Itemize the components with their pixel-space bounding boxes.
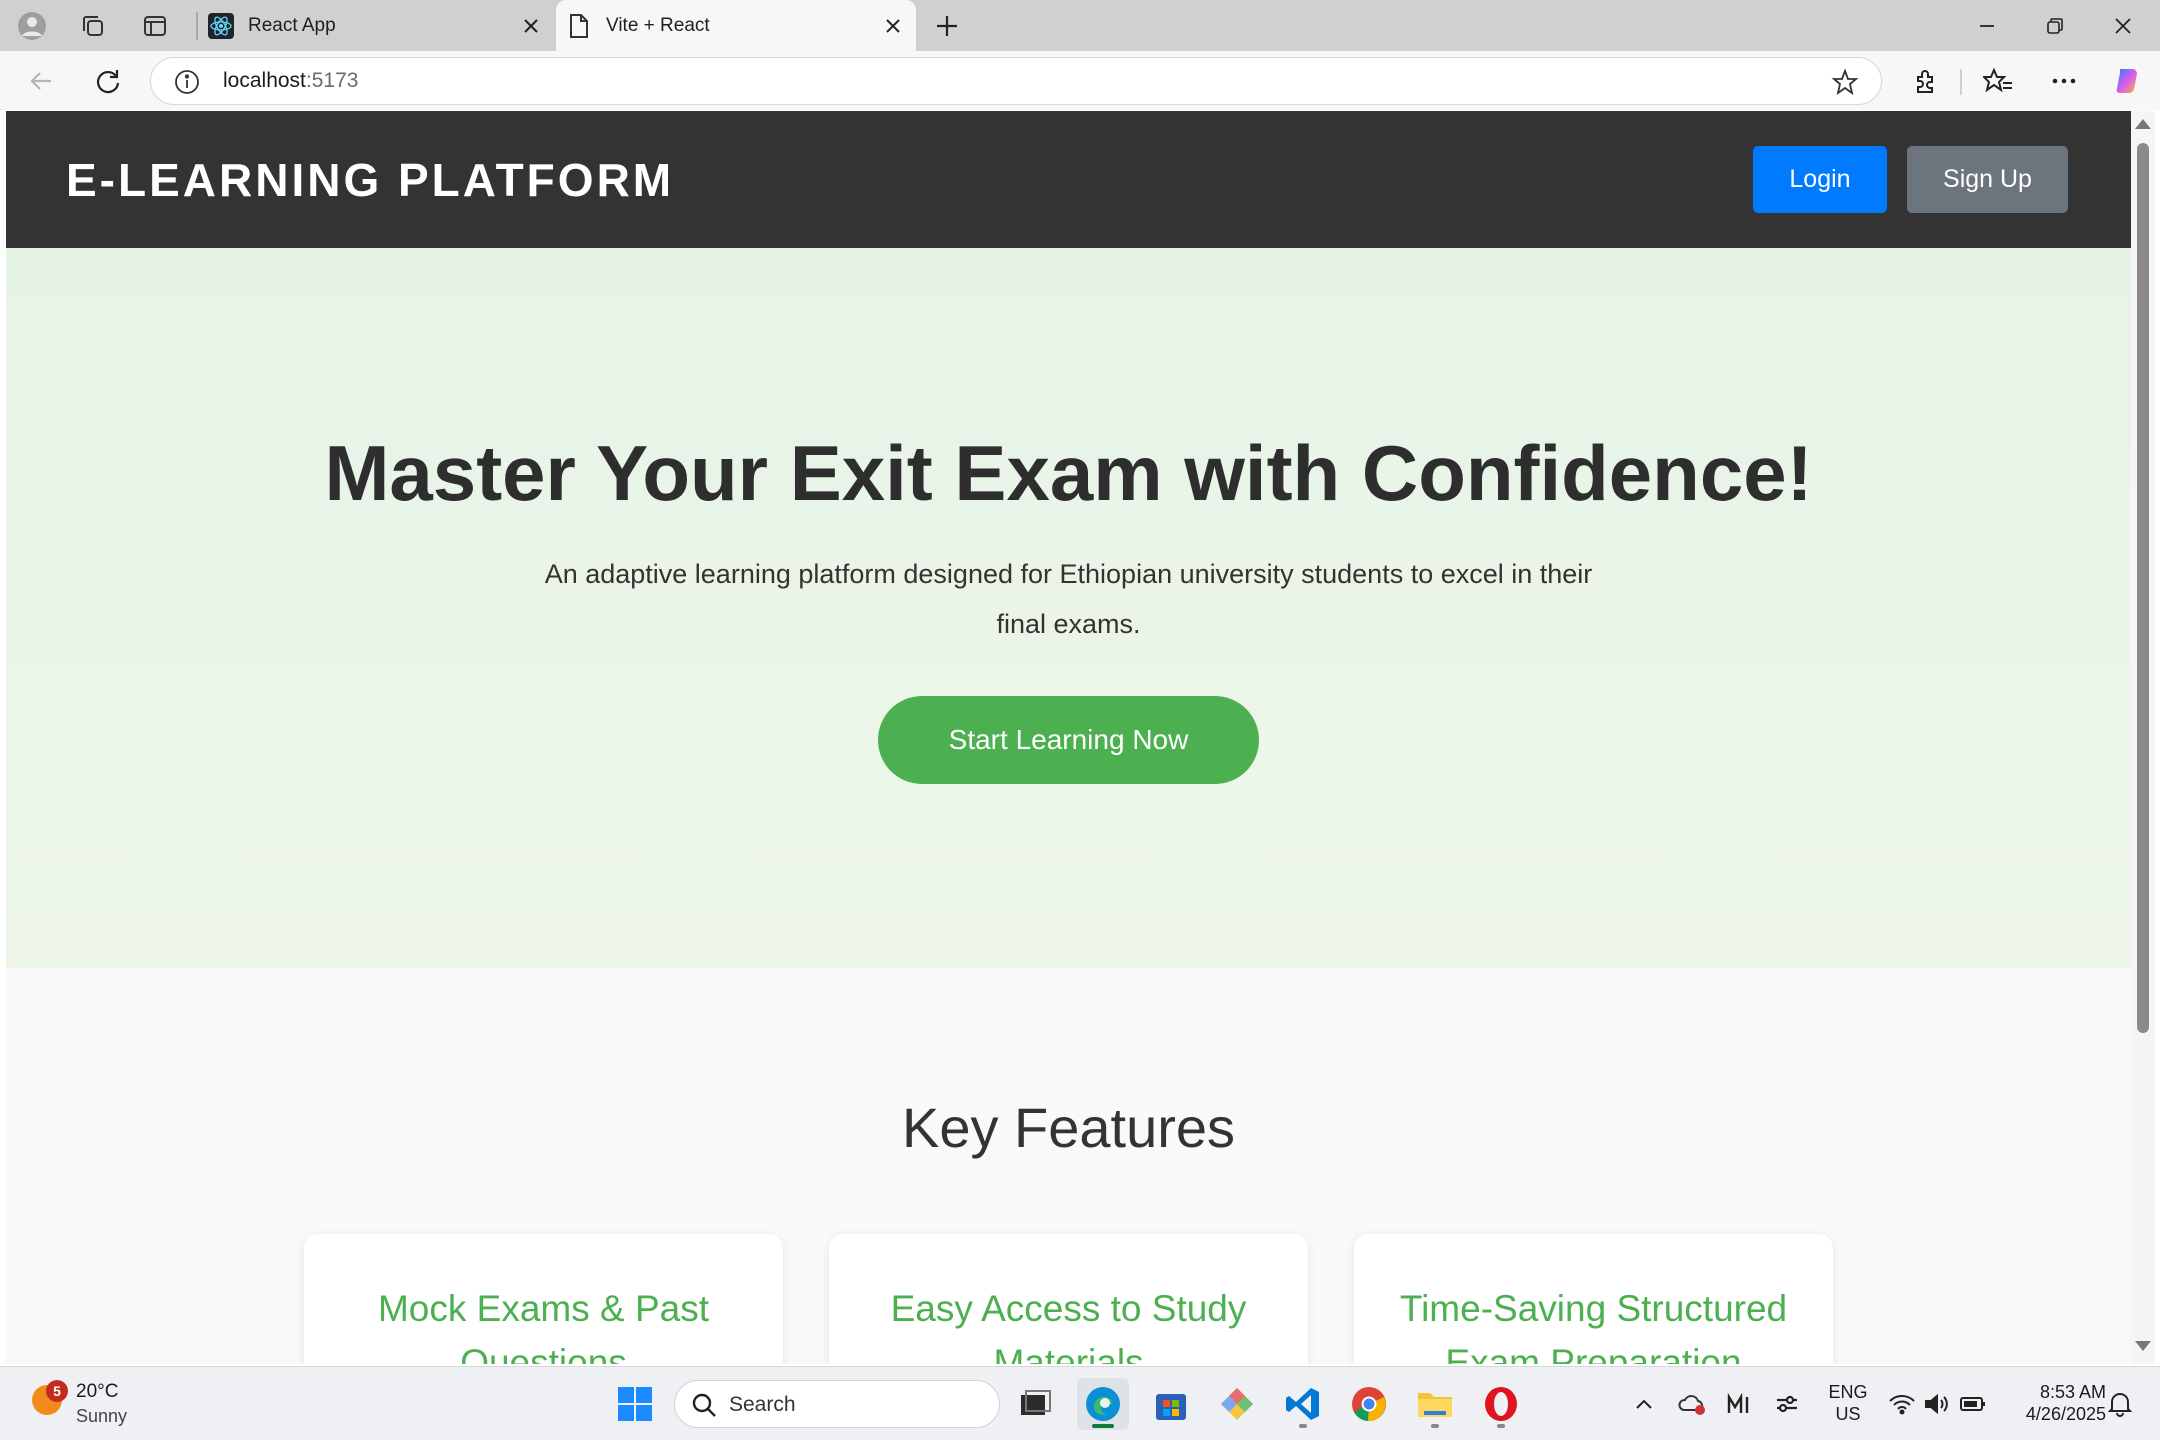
page-scrollbar[interactable] [2131,111,2155,1364]
tab-label: React App [248,14,336,36]
feature-card-title: Time-Saving Structured Exam Preparation [1399,1288,1788,1364]
site-brand[interactable]: E-LEARNING PLATFORM [66,153,674,207]
new-tab-icon[interactable] [930,9,964,43]
workspaces-icon[interactable] [76,9,110,43]
hero-subtitle: An adaptive learning platform designed f… [544,559,1593,639]
language-indicator[interactable]: ENG US [1826,1381,1870,1425]
login-button[interactable]: Login [1753,146,1887,213]
search-placeholder: Search [729,1393,796,1416]
tab-actions-icon[interactable] [138,9,172,43]
close-window-icon[interactable] [2090,0,2156,51]
app-tray-icon[interactable] [1722,1387,1756,1421]
profile-icon[interactable] [15,9,49,43]
favorites-icon[interactable] [1978,61,2018,101]
star-icon[interactable] [1829,66,1861,98]
start-learning-button[interactable]: Start Learning Now [878,696,1259,784]
battery-icon[interactable] [1956,1387,1990,1421]
browser-toolbar: localhost:5173 [0,51,2160,110]
close-icon[interactable] [514,9,548,43]
chrome-icon[interactable] [1343,1378,1395,1430]
scrollbar-thumb[interactable] [2137,143,2149,1033]
feature-card: Mock Exams & Past Questions [304,1234,783,1364]
tab-label: Vite + React [606,14,710,36]
browser-tab-strip: React App Vite + React [0,0,2160,51]
tab-react-app[interactable]: React App [198,0,554,51]
settings-tray-icon[interactable] [1770,1387,1804,1421]
file-explorer-icon[interactable] [1409,1378,1461,1430]
hero-title: Master Your Exit Exam with Confidence! [324,429,1813,517]
info-icon[interactable] [173,68,201,96]
vscode-icon[interactable] [1277,1378,1329,1430]
notification-icon[interactable] [2103,1387,2137,1421]
edge-icon[interactable] [1077,1378,1129,1430]
onedrive-icon[interactable] [1676,1387,1710,1421]
react-icon [208,12,234,39]
store-icon[interactable] [1145,1378,1197,1430]
back-icon[interactable] [22,61,62,101]
copilot-icon[interactable] [2108,61,2148,101]
chevron-up-icon[interactable] [1627,1387,1661,1421]
signup-button[interactable]: Sign Up [1907,146,2068,213]
weather-badge: 5 [46,1380,68,1402]
page-icon [566,13,592,39]
feature-card: Time-Saving Structured Exam Preparation [1354,1234,1833,1364]
hero-section: Master Your Exit Exam with Confidence! A… [6,248,2131,968]
tab-vite-react[interactable]: Vite + React [556,0,916,51]
extensions-icon[interactable] [1906,61,1946,101]
features-title: Key Features [901,1096,1236,1159]
task-view-icon[interactable] [1009,1378,1061,1430]
app-icon[interactable] [1211,1378,1263,1430]
taskbar-search[interactable]: Search [674,1380,1000,1428]
feature-card-title: Easy Access to Study Materials [890,1288,1247,1364]
windows-start-icon[interactable] [609,1378,661,1430]
windows-taskbar: 5 20°C Sunny Search ENG US 8:53 AM 4/26/… [0,1366,2160,1440]
feature-card-title: Mock Exams & Past Questions [377,1288,710,1364]
more-icon[interactable] [2044,61,2084,101]
restore-icon[interactable] [2022,0,2088,51]
feature-card: Easy Access to Study Materials [829,1234,1308,1364]
scroll-up-icon[interactable] [2135,119,2151,129]
opera-icon[interactable] [1475,1378,1527,1430]
site-header: E-LEARNING PLATFORM Login Sign Up [6,111,2131,248]
wifi-icon[interactable] [1885,1387,1919,1421]
close-icon[interactable] [876,9,910,43]
address-bar[interactable]: localhost:5173 [150,57,1882,105]
weather-temp: 20°C [76,1381,119,1402]
weather-condition: Sunny [76,1406,128,1426]
system-clock[interactable]: 8:53 AM 4/26/2025 [2000,1381,2106,1425]
volume-icon[interactable] [1920,1387,1954,1421]
url-text: localhost:5173 [223,69,359,92]
minimize-icon[interactable] [1954,0,2020,51]
refresh-icon[interactable] [88,61,128,101]
page-viewport: E-LEARNING PLATFORM Login Sign Up Master… [6,111,2131,1364]
search-icon [691,1392,717,1423]
scroll-down-icon[interactable] [2135,1341,2151,1351]
